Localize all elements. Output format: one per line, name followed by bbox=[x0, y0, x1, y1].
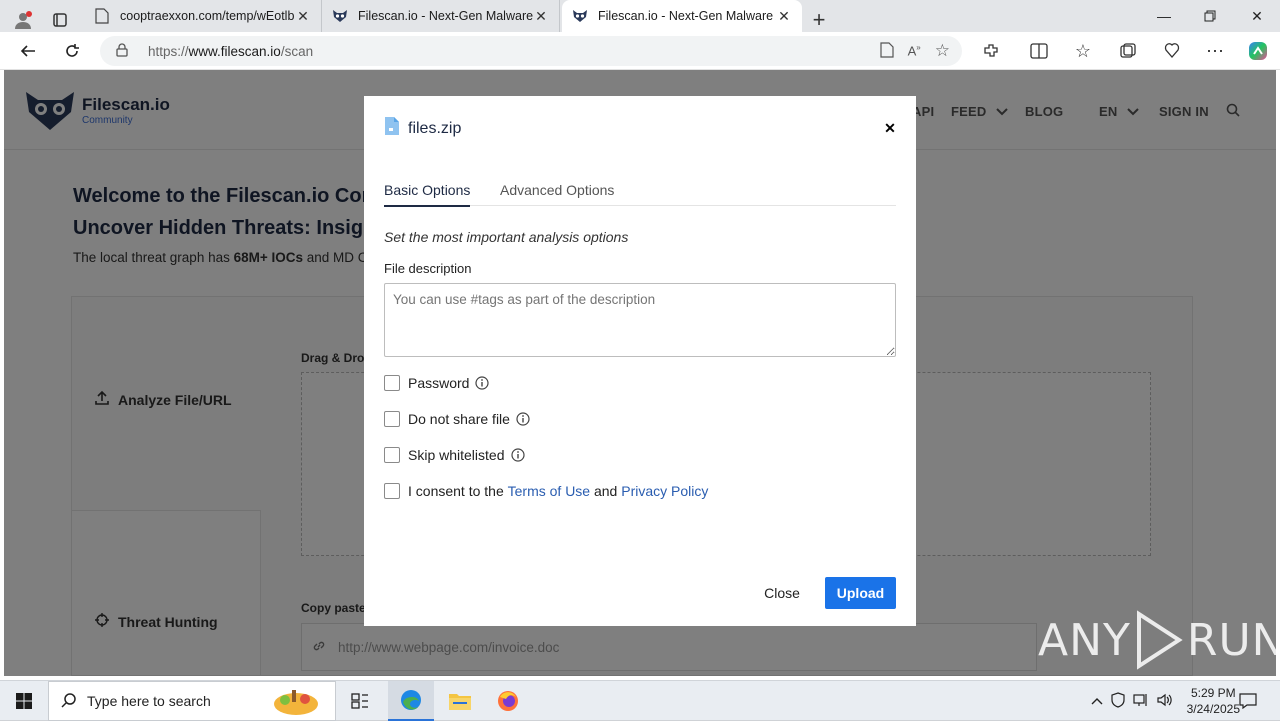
window-close-icon[interactable]: ✕ bbox=[1234, 0, 1280, 32]
edge-taskbar-icon[interactable] bbox=[388, 681, 434, 721]
network-icon[interactable] bbox=[1133, 693, 1149, 710]
consent-checkbox[interactable] bbox=[384, 483, 400, 499]
file-name: files.zip bbox=[408, 119, 462, 137]
dialog-tabs: Basic Options Advanced Options bbox=[384, 174, 896, 207]
privacy-policy-link[interactable]: Privacy Policy bbox=[621, 483, 708, 499]
consent-option: I consent to the Terms of Use and Privac… bbox=[384, 483, 708, 499]
collections-icon[interactable] bbox=[1113, 36, 1143, 66]
anyrun-watermark: ANY RUN bbox=[1038, 610, 1280, 670]
no-share-option: Do not share file bbox=[384, 411, 530, 427]
file-description-label: File description bbox=[384, 261, 472, 276]
upload-button[interactable]: Upload bbox=[825, 577, 896, 609]
consent-label-and: and bbox=[590, 483, 622, 499]
watermark-left: ANY bbox=[1038, 614, 1131, 666]
url-path: /scan bbox=[280, 43, 314, 59]
windows-taskbar: Type here to search 5:29 PM 3/24/2025 bbox=[0, 680, 1280, 721]
lock-icon bbox=[116, 42, 134, 60]
favorites-icon[interactable]: ☆ bbox=[1068, 36, 1098, 66]
notifications-icon[interactable] bbox=[1232, 681, 1264, 721]
close-icon[interactable]: ✕ bbox=[533, 8, 549, 24]
owl-logo-icon bbox=[572, 8, 588, 24]
skip-whitelisted-label: Skip whitelisted bbox=[408, 447, 505, 463]
tab-title: Filescan.io - Next-Gen Malware A bbox=[598, 9, 776, 23]
browser-toolbar: https:// www.filescan.io /scan A» ☆ ☆ ⋯ bbox=[0, 32, 1280, 70]
close-icon[interactable]: ✕ bbox=[882, 120, 898, 136]
info-icon[interactable] bbox=[510, 448, 525, 462]
close-icon[interactable]: ✕ bbox=[295, 8, 311, 24]
tab-advanced-options[interactable]: Advanced Options bbox=[500, 182, 614, 205]
page-icon bbox=[94, 8, 110, 24]
browser-window: cooptraexxon.com/temp/wEotlb ✕ Filescan.… bbox=[0, 0, 1280, 680]
copilot-icon[interactable] bbox=[1243, 36, 1273, 66]
volume-icon[interactable] bbox=[1157, 693, 1173, 710]
favorite-star-icon[interactable]: ☆ bbox=[935, 41, 950, 61]
terms-of-use-link[interactable]: Terms of Use bbox=[508, 483, 590, 499]
address-bar[interactable]: https:// www.filescan.io /scan A» ☆ bbox=[100, 36, 962, 66]
close-icon[interactable]: ✕ bbox=[776, 8, 792, 24]
taskbar-search[interactable]: Type here to search bbox=[48, 681, 336, 721]
extensions-icon[interactable] bbox=[976, 36, 1006, 66]
search-icon bbox=[61, 692, 77, 711]
browser-tab[interactable]: cooptraexxon.com/temp/wEotlb ✕ bbox=[84, 0, 322, 32]
consent-label-pre: I consent to the bbox=[408, 483, 508, 499]
tab-title: cooptraexxon.com/temp/wEotlb bbox=[120, 9, 295, 23]
tab-strip: cooptraexxon.com/temp/wEotlb ✕ Filescan.… bbox=[0, 0, 1280, 32]
url-host: www.filescan.io bbox=[188, 43, 281, 59]
windows-start-icon[interactable] bbox=[0, 681, 48, 721]
upload-options-dialog: files.zip ✕ Basic Options Advanced Optio… bbox=[364, 96, 916, 626]
zip-file-icon bbox=[384, 116, 400, 141]
system-tray: 5:29 PM 3/24/2025 bbox=[1091, 681, 1240, 721]
owl-logo-icon bbox=[332, 8, 348, 24]
defender-icon[interactable] bbox=[1111, 691, 1125, 711]
refresh-icon[interactable] bbox=[57, 36, 87, 66]
minimize-icon[interactable]: — bbox=[1141, 0, 1187, 32]
file-explorer-icon[interactable] bbox=[438, 681, 482, 721]
task-view-icon[interactable] bbox=[344, 681, 376, 721]
restore-icon[interactable] bbox=[1187, 0, 1233, 32]
info-icon[interactable] bbox=[516, 412, 530, 426]
password-checkbox[interactable] bbox=[384, 375, 400, 391]
chevron-up-icon[interactable] bbox=[1091, 694, 1103, 708]
password-option: Password bbox=[384, 375, 490, 391]
no-share-label: Do not share file bbox=[408, 411, 510, 427]
options-hint: Set the most important analysis options bbox=[384, 229, 629, 245]
read-aloud-icon[interactable]: A» bbox=[908, 43, 921, 58]
firefox-icon[interactable] bbox=[486, 681, 530, 721]
browser-essentials-icon[interactable] bbox=[1157, 36, 1187, 66]
tab-basic-options[interactable]: Basic Options bbox=[384, 182, 471, 207]
search-highlight-icon bbox=[265, 686, 327, 721]
dialog-title: files.zip bbox=[384, 116, 461, 141]
search-placeholder: Type here to search bbox=[87, 693, 211, 709]
more-menu-icon[interactable]: ⋯ bbox=[1200, 36, 1230, 66]
skip-whitelisted-checkbox[interactable] bbox=[384, 447, 400, 463]
file-description-field[interactable] bbox=[384, 283, 896, 357]
browser-tab[interactable]: Filescan.io - Next-Gen Malware A ✕ bbox=[322, 0, 560, 32]
skip-whitelisted-option: Skip whitelisted bbox=[384, 447, 525, 463]
split-screen-icon[interactable] bbox=[1024, 36, 1054, 66]
reader-view-icon[interactable] bbox=[880, 41, 894, 61]
url-scheme: https:// bbox=[148, 43, 189, 59]
play-triangle-icon bbox=[1136, 610, 1183, 670]
tab-title: Filescan.io - Next-Gen Malware A bbox=[358, 9, 533, 23]
close-button[interactable]: Close bbox=[754, 577, 810, 609]
watermark-right: RUN bbox=[1186, 614, 1280, 666]
back-icon[interactable] bbox=[13, 36, 43, 66]
password-label: Password bbox=[408, 375, 470, 391]
no-share-checkbox[interactable] bbox=[384, 411, 400, 427]
browser-tab-active[interactable]: Filescan.io - Next-Gen Malware A ✕ bbox=[562, 0, 802, 32]
info-icon[interactable] bbox=[475, 376, 490, 390]
